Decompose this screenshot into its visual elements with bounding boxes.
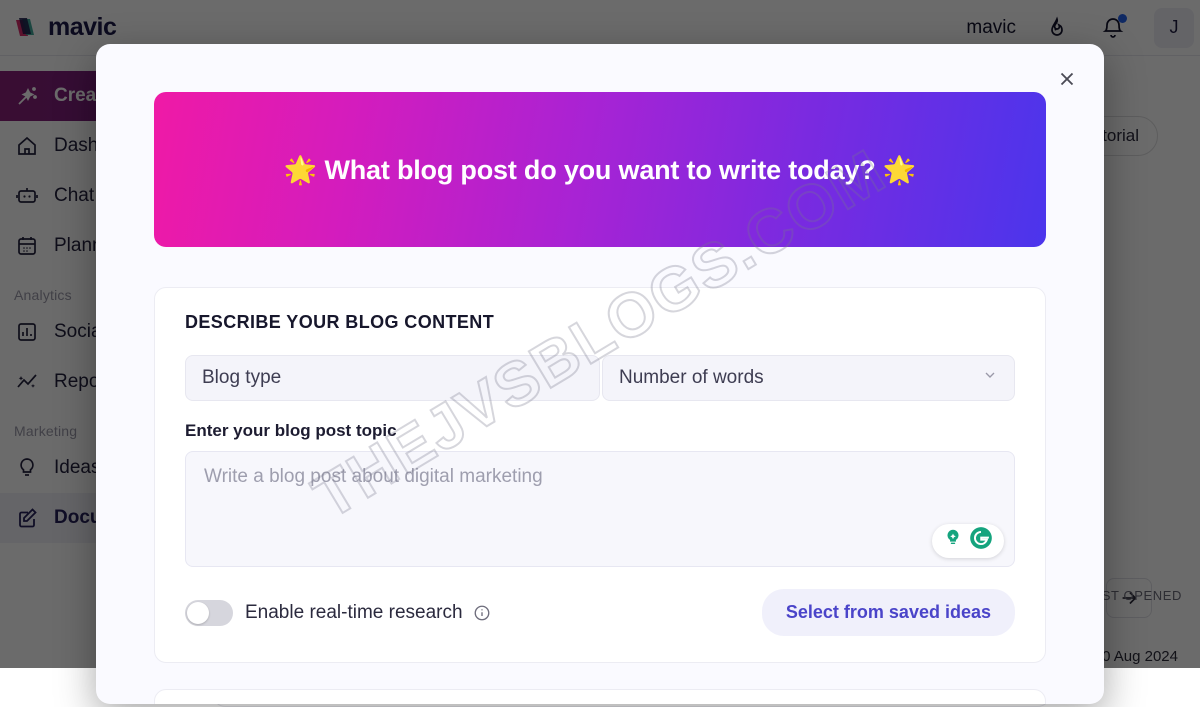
banner-title: 🌟 What blog post do you want to write to…: [284, 154, 917, 186]
grammarly-widget[interactable]: [932, 524, 1004, 558]
topic-label: Enter your blog post topic: [185, 421, 1015, 441]
blog-type-value: Blog type: [202, 367, 281, 389]
close-icon[interactable]: [1050, 62, 1084, 96]
realtime-research-toggle[interactable]: [185, 600, 233, 626]
modal-banner: 🌟 What blog post do you want to write to…: [154, 92, 1046, 247]
chevron-down-icon: [982, 367, 998, 389]
grammarly-bulb-icon[interactable]: [942, 527, 964, 555]
select-saved-ideas-button[interactable]: Select from saved ideas: [762, 589, 1015, 636]
info-icon[interactable]: [473, 604, 491, 622]
blog-post-modal: 🌟 What blog post do you want to write to…: [96, 44, 1104, 704]
panel-footer: Enable real-time research Select from sa…: [185, 589, 1015, 636]
describe-panel: DESCRIBE YOUR BLOG CONTENT Blog type Num…: [154, 287, 1046, 663]
topic-textarea[interactable]: Write a blog post about digital marketin…: [185, 451, 1015, 567]
grammarly-g-icon[interactable]: [968, 525, 994, 557]
secondary-card: [154, 689, 1046, 704]
realtime-research-label: Enable real-time research: [245, 602, 463, 624]
toggle-knob: [187, 602, 209, 624]
blog-type-select[interactable]: Blog type: [185, 355, 600, 401]
word-count-value: Number of words: [619, 367, 764, 389]
panel-title: DESCRIBE YOUR BLOG CONTENT: [185, 312, 1015, 333]
topic-placeholder: Write a blog post about digital marketin…: [204, 466, 543, 487]
field-row: Blog type Number of words: [185, 355, 1015, 401]
word-count-select[interactable]: Number of words: [602, 355, 1015, 401]
